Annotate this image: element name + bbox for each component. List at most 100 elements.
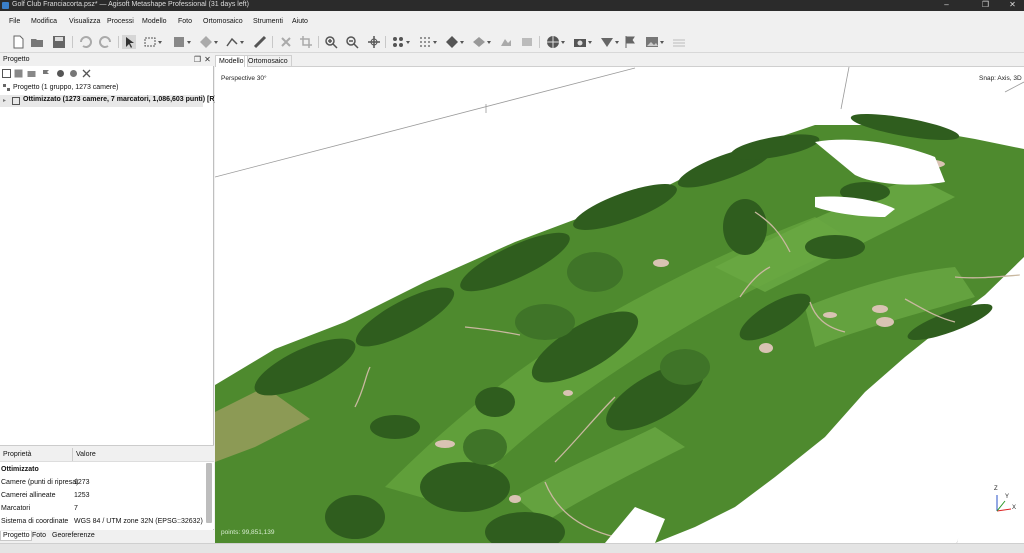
axis-gizmo[interactable]: Z Y X — [989, 485, 1021, 519]
axis-z-label: Z — [994, 486, 998, 492]
draw-polyline-icon[interactable] — [253, 35, 267, 49]
menu-bar: File Modifica Visualizza Processi Modell… — [0, 15, 1024, 29]
perspective-label: Perspective 30° — [221, 75, 267, 82]
axis-x-label: X — [1012, 505, 1017, 511]
crop-selection-icon[interactable] — [299, 35, 313, 49]
properties-section-title: Ottimizzato — [1, 466, 39, 473]
snap-label: Snap: Axis, 3D — [979, 75, 1022, 82]
menu-ortomosaico[interactable]: Ortomosaico — [203, 18, 243, 25]
model-viewport[interactable]: Perspective 30° Snap: Axis, 3D points: 9… — [215, 67, 1024, 543]
tab-progetto[interactable]: Progetto — [0, 531, 33, 541]
property-row[interactable]: Marcatori 7 — [0, 502, 205, 515]
property-value: 7 — [74, 505, 78, 512]
property-value: 1273 — [74, 479, 90, 486]
col-property: Proprietà — [3, 451, 32, 458]
properties-header: Proprietà Valore — [0, 445, 214, 462]
zoom-out-icon[interactable] — [345, 35, 359, 49]
delete-selection-icon[interactable] — [279, 35, 293, 49]
property-value: WGS 84 / UTM zone 32N (EPSG::32632) — [74, 518, 203, 525]
toolbar-separator — [118, 36, 119, 48]
disable-icon[interactable] — [69, 69, 78, 78]
remove-icon[interactable] — [82, 69, 91, 78]
tree-chunk-label: Ottimizzato (1273 camere, 7 marcatori, 1… — [23, 96, 217, 103]
tab-georeferenze[interactable]: Georeferenze — [50, 531, 97, 541]
property-row[interactable]: Camerei allineate 1253 — [0, 489, 205, 502]
chunk-icon — [12, 97, 20, 107]
project-panel-header: Progetto ❐ ✕ — [0, 54, 214, 66]
maximize-button[interactable]: ❐ — [974, 0, 997, 11]
grid-icon[interactable] — [672, 35, 686, 49]
tab-modello[interactable]: Modello — [215, 55, 248, 67]
new-document-icon[interactable] — [11, 35, 25, 49]
toolbar-separator — [72, 36, 73, 48]
orthomosaic-icon[interactable] — [520, 35, 534, 49]
menu-visualizza[interactable]: Visualizza — [69, 18, 100, 25]
ruler-icon[interactable] — [225, 35, 244, 49]
main-toolbar — [0, 31, 1024, 53]
toolbar-separator — [385, 36, 386, 48]
minimize-button[interactable]: – — [935, 0, 958, 11]
toolbar-separator — [318, 36, 319, 48]
close-button[interactable]: ✕ — [1001, 0, 1024, 11]
resize-region-icon[interactable] — [172, 35, 191, 49]
properties-scrollbar[interactable] — [206, 463, 212, 523]
zoom-in-icon[interactable] — [324, 35, 338, 49]
add-markers-icon[interactable] — [41, 69, 50, 78]
property-key: Marcatori — [1, 505, 31, 512]
image-icon[interactable] — [645, 35, 664, 49]
menu-file[interactable]: File — [9, 18, 20, 25]
tree-chunk-row[interactable]: ▸ Ottimizzato (1273 camere, 7 marcatori,… — [0, 95, 217, 107]
float-panel-icon[interactable]: ❐ — [193, 55, 202, 64]
col-value: Valore — [76, 451, 96, 458]
points-count: points: 99,851,139 — [221, 529, 275, 536]
mesh-model-icon[interactable] — [445, 35, 464, 49]
add-folder-icon[interactable] — [27, 69, 36, 78]
workspace-icon — [3, 84, 11, 94]
add-chunk-icon[interactable] — [2, 69, 11, 78]
property-key: Camerei allineate — [1, 492, 56, 499]
menu-processi[interactable]: Processi — [107, 18, 134, 25]
tab-foto[interactable]: Foto — [30, 531, 48, 541]
property-row[interactable]: Camere (punti di ripresa) 1273 — [0, 476, 205, 489]
navigation-pointer-icon[interactable] — [122, 35, 136, 49]
property-row[interactable]: Sistema di coordinate WGS 84 / UTM zone … — [0, 515, 205, 528]
expand-chevron-icon[interactable]: ▸ — [3, 97, 6, 104]
view-tab-bar: Modello Ortomosaico — [215, 54, 1024, 67]
app-icon — [2, 2, 9, 9]
property-value: 1253 — [74, 492, 90, 499]
menu-strumenti[interactable]: Strumenti — [253, 18, 283, 25]
save-icon[interactable] — [52, 35, 66, 49]
shapes-icon[interactable] — [600, 35, 619, 49]
axis-y-label: Y — [1005, 494, 1010, 500]
panel-tab-bar: Progetto Foto Georeferenze — [0, 530, 214, 541]
menu-modello[interactable]: Modello — [142, 18, 167, 25]
project-panel: Progetto ❐ ✕ Progetto (1 gruppo, 1273 ca… — [0, 54, 217, 541]
undo-icon[interactable] — [78, 35, 92, 49]
column-divider — [72, 448, 73, 461]
add-photos-icon[interactable] — [14, 69, 23, 78]
dem-icon[interactable] — [499, 35, 513, 49]
toolbar-separator — [272, 36, 273, 48]
project-panel-title: Progetto — [3, 56, 30, 63]
tab-ortomosaico[interactable]: Ortomosaico — [244, 55, 292, 67]
menu-modifica[interactable]: Modifica — [31, 18, 57, 25]
properties-panel: Proprietà Valore Ottimizzato Camere (pun… — [0, 445, 214, 529]
dense-cloud-icon[interactable] — [418, 35, 437, 49]
marker-flag-icon[interactable] — [623, 35, 637, 49]
enable-icon[interactable] — [56, 69, 65, 78]
reset-view-icon[interactable] — [367, 35, 381, 49]
tiled-model-icon[interactable] — [472, 35, 491, 49]
toolbar-separator — [539, 36, 540, 48]
rectangle-selection-icon[interactable] — [143, 35, 162, 49]
globe-icon[interactable] — [546, 35, 565, 49]
golf-course-model — [215, 67, 1024, 543]
redo-icon[interactable] — [99, 35, 113, 49]
move-region-icon[interactable] — [199, 35, 218, 49]
open-folder-icon[interactable] — [30, 35, 44, 49]
close-panel-icon[interactable]: ✕ — [203, 55, 212, 64]
camera-icon[interactable] — [573, 35, 592, 49]
point-cloud-icon[interactable] — [391, 35, 410, 49]
menu-aiuto[interactable]: Aiuto — [292, 18, 308, 25]
property-key: Camere (punti di ripresa) — [1, 479, 79, 486]
menu-foto[interactable]: Foto — [178, 18, 192, 25]
